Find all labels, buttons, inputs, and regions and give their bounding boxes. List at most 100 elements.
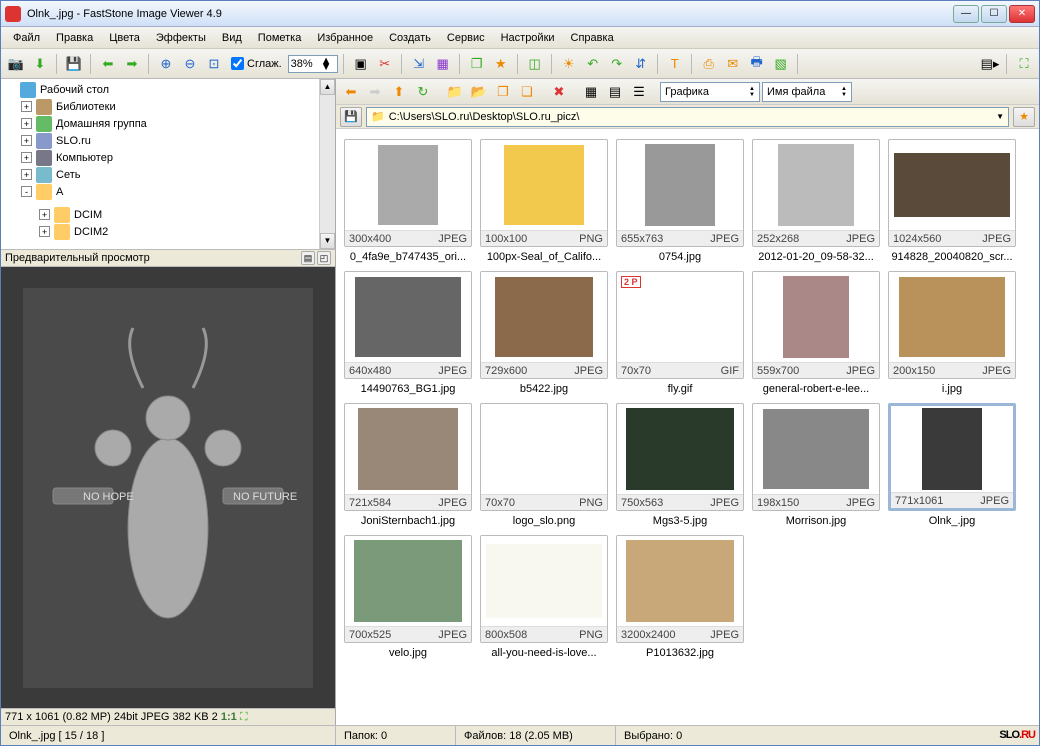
menu-справка[interactable]: Справка (563, 32, 622, 44)
tree-item[interactable]: Рабочий стол (3, 81, 333, 98)
thumbnail[interactable]: 3200x2400JPEGP1013632.jpg (616, 535, 744, 659)
thumbnail[interactable]: 252x268JPEG2012-01-20_09-58-32... (752, 139, 880, 263)
close-button[interactable]: ✕ (1009, 5, 1035, 23)
tree-item[interactable]: +DCIM2 (3, 223, 333, 240)
prev-icon[interactable]: ⬅ (97, 53, 119, 75)
expand-icon[interactable]: + (21, 169, 32, 180)
thumbnail[interactable]: 655x763JPEG0754.jpg (616, 139, 744, 263)
expand-icon[interactable]: + (39, 226, 50, 237)
thumbnail[interactable]: 750x563JPEGMgs3-5.jpg (616, 403, 744, 527)
resize-icon[interactable]: ⇲ (408, 53, 430, 75)
delete-icon[interactable]: ✖ (548, 81, 570, 103)
thumbnail[interactable]: 559x700JPEGgeneral-robert-e-lee... (752, 271, 880, 395)
menu-эффекты[interactable]: Эффекты (148, 32, 214, 44)
thumbnail[interactable]: 198x150JPEGMorrison.jpg (752, 403, 880, 527)
thumbnail[interactable]: 640x480JPEG14490763_BG1.jpg (344, 271, 472, 395)
tree-item[interactable]: +DCIM (3, 206, 333, 223)
tree-item[interactable]: +Библиотеки (3, 98, 333, 115)
move-icon[interactable]: ❏ (516, 81, 538, 103)
tree-item[interactable]: +Домашняя группа (3, 115, 333, 132)
layout-icon[interactable]: ▤▸ (979, 53, 1001, 75)
view-thumbs-icon[interactable]: ▦ (580, 81, 602, 103)
zoom-input[interactable]: ▲▼ (288, 55, 338, 73)
new-folder-icon[interactable]: 📁 (444, 81, 466, 103)
expand-icon[interactable]: + (21, 152, 32, 163)
menu-вид[interactable]: Вид (214, 32, 250, 44)
compare-icon[interactable]: ◫ (524, 53, 546, 75)
thumbnail[interactable]: 721x584JPEGJoniSternbach1.jpg (344, 403, 472, 527)
clone-icon[interactable]: ❐ (466, 53, 488, 75)
menu-настройки[interactable]: Настройки (493, 32, 563, 44)
menu-избранное[interactable]: Избранное (309, 32, 381, 44)
download-icon[interactable]: ⬇ (29, 53, 51, 75)
expand-icon[interactable]: + (21, 101, 32, 112)
expand-icon[interactable]: + (21, 135, 32, 146)
save-icon[interactable]: 💾 (63, 53, 85, 75)
titlebar[interactable]: Olnk_.jpg - FastStone Image Viewer 4.9 —… (1, 1, 1039, 27)
menu-файл[interactable]: Файл (5, 32, 48, 44)
thumbnail[interactable]: 1024x560JPEG914828_20040820_scr... (888, 139, 1016, 263)
wallpaper-icon[interactable]: ▧ (770, 53, 792, 75)
email-icon[interactable]: ✉ (722, 53, 744, 75)
expand-icon[interactable]: + (39, 209, 50, 220)
refresh-icon[interactable]: ↻ (412, 81, 434, 103)
minimize-button[interactable]: — (953, 5, 979, 23)
menu-цвета[interactable]: Цвета (101, 32, 148, 44)
copy-icon[interactable]: ❐ (492, 81, 514, 103)
thumbnail[interactable]: 729x600JPEGb5422.jpg (480, 271, 608, 395)
view-list-icon[interactable]: ▤ (604, 81, 626, 103)
preview-expand-icon[interactable]: ◰ (317, 251, 331, 265)
thumbnail[interactable]: 771x1061JPEGOlnk_.jpg (888, 403, 1016, 527)
text-icon[interactable]: T (664, 53, 686, 75)
preview-pane[interactable]: NO HOPENO FUTURE (1, 267, 335, 708)
print-icon[interactable]: 🖶 (746, 53, 768, 75)
flip-icon[interactable]: ⇵ (630, 53, 652, 75)
fullscreen-icon[interactable]: ⛶ (1013, 53, 1035, 75)
zoom-in-icon[interactable]: ⊕ (155, 53, 177, 75)
thumbnail-grid[interactable]: 300x400JPEG0_4fa9e_b747435_ori...100x100… (336, 129, 1039, 725)
tree-item[interactable]: +SLO.ru (3, 132, 333, 149)
select-icon[interactable]: ▣ (350, 53, 372, 75)
back-icon[interactable]: ⬅ (340, 81, 362, 103)
thumbnail[interactable]: 100x100PNG100px-Seal_of_Califo... (480, 139, 608, 263)
thumbnail[interactable]: 2 P70x70GIFfly.gif (616, 271, 744, 395)
tree-scrollbar[interactable]: ▲▼ (319, 79, 335, 249)
up-icon[interactable]: ⬆ (388, 81, 410, 103)
canvas-icon[interactable]: ▦ (432, 53, 454, 75)
brightness-icon[interactable]: ☀ (558, 53, 580, 75)
drive-icon[interactable]: 💾 (340, 107, 362, 127)
folder-tree[interactable]: Рабочий стол+Библиотеки+Домашняя группа+… (1, 79, 335, 249)
view-details-icon[interactable]: ☰ (628, 81, 650, 103)
smooth-checkbox[interactable]: Сглаж. (231, 57, 282, 70)
preview-fit-icon[interactable]: ⛶ (240, 711, 248, 724)
scanner-icon[interactable]: ⎙ (698, 53, 720, 75)
menu-создать[interactable]: Создать (381, 32, 439, 44)
menu-сервис[interactable]: Сервис (439, 32, 493, 44)
path-input[interactable]: 📁 C:\Users\SLO.ru\Desktop\SLO.ru_picz\ ▼ (366, 107, 1009, 127)
favorite-button[interactable]: ★ (1013, 107, 1035, 127)
forward-icon[interactable]: ➡ (364, 81, 386, 103)
zoom-out-icon[interactable]: ⊖ (179, 53, 201, 75)
menu-правка[interactable]: Правка (48, 32, 101, 44)
filter-dropdown[interactable]: Графика ▲▼ (660, 82, 760, 102)
tree-item[interactable]: +Сеть (3, 166, 333, 183)
expand-icon[interactable]: - (21, 186, 32, 197)
thumbnail[interactable]: 300x400JPEG0_4fa9e_b747435_ori... (344, 139, 472, 263)
expand-icon[interactable]: + (21, 118, 32, 129)
thumbnail[interactable]: 800x508PNGall-you-need-is-love... (480, 535, 608, 659)
tree-item[interactable]: +Компьютер (3, 149, 333, 166)
sort-dropdown[interactable]: Имя файла ▲▼ (762, 82, 852, 102)
fav-folder-icon[interactable]: 📂 (468, 81, 490, 103)
thumbnail[interactable]: 200x150JPEGi.jpg (888, 271, 1016, 395)
crop-icon[interactable]: ✂ (374, 53, 396, 75)
thumbnail[interactable]: 700x525JPEGvelo.jpg (344, 535, 472, 659)
tree-item[interactable]: -A (3, 183, 333, 200)
zoom-fit-icon[interactable]: ⊡ (203, 53, 225, 75)
acquire-icon[interactable]: 📷 (5, 53, 27, 75)
rotate-left-icon[interactable]: ↶ (582, 53, 604, 75)
menu-пометка[interactable]: Пометка (250, 32, 310, 44)
preview-histogram-icon[interactable]: ▤ (301, 251, 315, 265)
maximize-button[interactable]: ☐ (981, 5, 1007, 23)
rotate-right-icon[interactable]: ↷ (606, 53, 628, 75)
tag-icon[interactable]: ★ (490, 53, 512, 75)
